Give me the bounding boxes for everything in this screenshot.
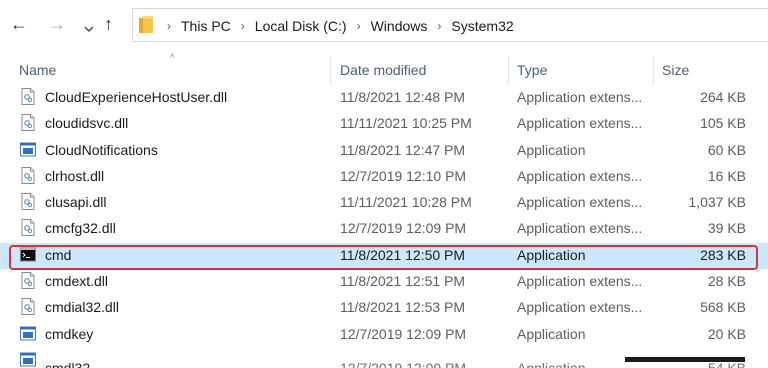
breadcrumb-windows[interactable]: Windows (369, 18, 430, 34)
file-size: 39 KB (707, 220, 746, 237)
file-name: cloudidsvc.dll (45, 115, 129, 132)
file-name: cmcfg32.dll (45, 220, 116, 237)
table-row[interactable]: cmcfg32.dll 12/7/2019 12:09 PM Application… (0, 216, 768, 242)
file-type: Application extens... (517, 299, 643, 316)
app-icon (20, 352, 36, 367)
dll-icon (21, 219, 35, 237)
file-type: Application (517, 246, 586, 263)
up-arrow-icon[interactable]: ↑ (104, 14, 113, 34)
file-size: 20 KB (707, 325, 746, 342)
file-name: CloudNotifications (45, 141, 158, 158)
breadcrumb-local-disk[interactable]: Local Disk (C:) (253, 18, 349, 34)
table-row[interactable]: cmdext.dll 11/8/2021 12:51 PM Application … (0, 269, 768, 295)
column-header-type[interactable]: Type (517, 62, 547, 78)
file-name: cmdl32 (45, 359, 91, 368)
folder-icon (139, 16, 153, 33)
cmd-icon (20, 247, 36, 262)
file-type: Application extens... (517, 273, 643, 290)
dll-icon (21, 166, 35, 184)
file-size: 16 KB (707, 167, 746, 184)
forward-arrow-icon[interactable]: → (48, 14, 66, 34)
breadcrumb[interactable]: › This PC › Local Disk (C:) › Windows › … (132, 8, 768, 42)
horizontal-scrollbar[interactable] (625, 357, 745, 362)
column-divider[interactable] (508, 56, 509, 84)
table-row[interactable]: CloudNotifications 11/8/2021 12:47 PM Appl… (0, 138, 768, 164)
file-type: Application (517, 359, 586, 368)
file-date-modified: 12/7/2019 12:10 PM (340, 167, 467, 184)
file-size: 60 KB (707, 141, 746, 158)
file-size: 264 KB (700, 89, 746, 105)
file-name: cmdext.dll (45, 273, 109, 290)
dll-icon (21, 193, 35, 211)
table-row[interactable]: cmdkey 12/7/2019 12:09 PM Application 20 KB (0, 322, 768, 348)
file-name: CloudExperienceHostUser.dll (45, 89, 228, 105)
dll-icon (21, 88, 35, 105)
file-list: CloudExperienceHostUser.dll 11/8/2021 12:… (0, 85, 768, 368)
file-date-modified: 12/7/2019 12:09 PM (340, 220, 467, 237)
address-bar: ← → ↑ › This PC › Local Disk (C:) › Wind… (0, 0, 768, 50)
column-header-row: ^ Name Date modified Type Size (0, 52, 768, 84)
dll-icon (21, 114, 35, 132)
file-date-modified: 11/11/2021 10:28 PM (340, 194, 472, 211)
file-name: clusapi.dll (45, 194, 107, 211)
file-type: Application extens... (517, 89, 643, 105)
file-name: cmd (45, 246, 72, 263)
file-size: 1,037 KB (688, 194, 746, 211)
file-date-modified: 12/7/2019 12:09 PM (340, 325, 467, 342)
table-row[interactable]: cmdial32.dll 11/8/2021 12:53 PM Applicatio… (0, 295, 768, 321)
file-type: Application (517, 325, 586, 342)
file-size: 568 KB (700, 299, 746, 316)
file-date-modified: 12/7/2019 12:09 PM (340, 359, 467, 368)
file-type: Application extens... (517, 194, 643, 211)
app-icon (20, 326, 36, 341)
table-row[interactable]: clusapi.dll 11/11/2021 10:28 PM Applicatio… (0, 190, 768, 216)
file-type: Application extens... (517, 167, 643, 184)
chevron-down-icon (84, 26, 94, 32)
column-header-date-modified[interactable]: Date modified (340, 62, 426, 78)
breadcrumb-system32[interactable]: System32 (449, 18, 515, 34)
table-row[interactable]: clrhost.dll 12/7/2019 12:10 PM Application… (0, 164, 768, 190)
file-date-modified: 11/8/2021 12:51 PM (340, 273, 466, 290)
recent-locations-chevron-icon[interactable] (84, 17, 94, 37)
file-type: Application (517, 141, 586, 158)
app-icon (20, 142, 36, 157)
file-size: 105 KB (700, 115, 746, 132)
file-date-modified: 11/8/2021 12:48 PM (340, 89, 466, 105)
sort-ascending-icon: ^ (170, 53, 175, 64)
dll-icon (21, 272, 35, 290)
file-name: cmdial32.dll (45, 299, 119, 316)
file-size: 283 KB (700, 246, 746, 263)
file-date-modified: 11/8/2021 12:53 PM (340, 299, 466, 316)
file-date-modified: 11/8/2021 12:47 PM (340, 141, 466, 158)
breadcrumb-separator[interactable]: › (167, 19, 171, 33)
column-divider[interactable] (653, 56, 654, 84)
file-date-modified: 11/11/2021 10:25 PM (340, 115, 472, 132)
breadcrumb-this-pc[interactable]: This PC (179, 18, 233, 34)
column-divider[interactable] (330, 56, 331, 84)
table-row-selected[interactable]: cmd 11/8/2021 12:50 PM Application 283 KB (0, 242, 768, 270)
file-name: clrhost.dll (45, 167, 105, 184)
file-date-modified: 11/8/2021 12:50 PM (340, 246, 466, 263)
breadcrumb-separator[interactable]: › (437, 19, 441, 33)
file-type: Application extens... (517, 220, 643, 237)
column-header-name[interactable]: Name (19, 62, 56, 78)
file-name: cmdkey (45, 325, 94, 342)
file-type: Application extens... (517, 115, 643, 132)
table-row[interactable]: CloudExperienceHostUser.dll 11/8/2021 12:… (0, 85, 768, 111)
back-arrow-icon[interactable]: ← (10, 14, 28, 34)
file-size: 28 KB (707, 273, 746, 290)
table-row[interactable]: cloudidsvc.dll 11/11/2021 10:25 PM Applica… (0, 111, 768, 137)
dll-icon (21, 298, 35, 316)
column-header-size[interactable]: Size (662, 62, 689, 78)
breadcrumb-separator[interactable]: › (357, 19, 361, 33)
breadcrumb-separator[interactable]: › (241, 19, 245, 33)
